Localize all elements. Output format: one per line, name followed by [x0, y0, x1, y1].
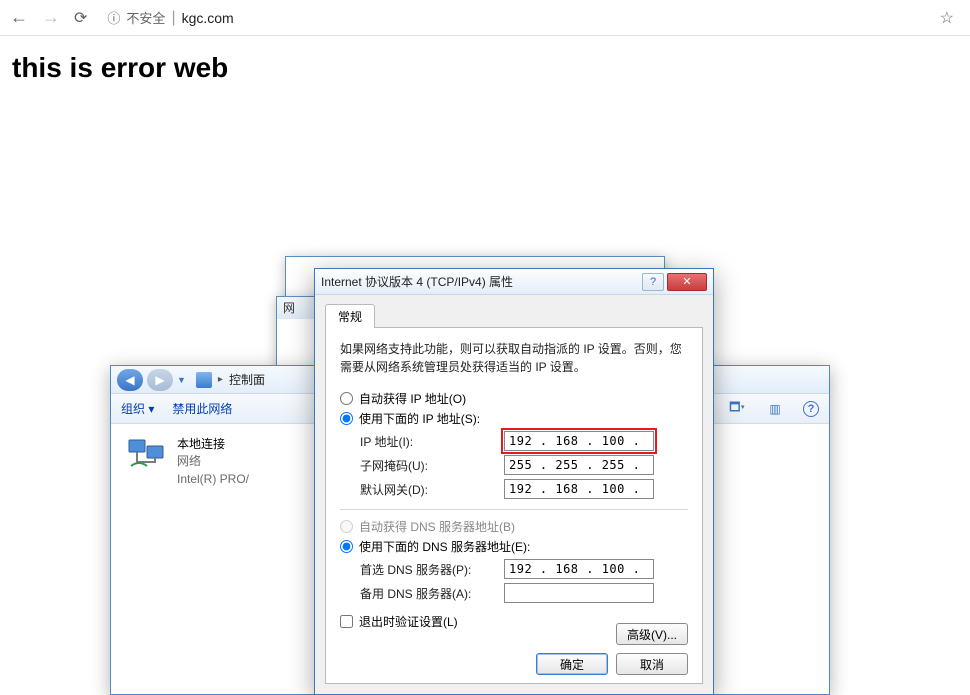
cp-forward-button[interactable]: ▶	[147, 369, 173, 391]
ok-button[interactable]: 确定	[536, 653, 608, 675]
dialog-titlebar: Internet 协议版本 4 (TCP/IPv4) 属性 ? ✕	[315, 269, 713, 295]
dns2-label: 备用 DNS 服务器(A):	[360, 585, 496, 602]
radio-auto-dns-label: 自动获得 DNS 服务器地址(B)	[359, 518, 515, 535]
ip-address-input[interactable]	[504, 431, 654, 451]
radio-auto-dns-input	[340, 520, 353, 533]
reload-icon[interactable]: ⟳	[74, 8, 87, 28]
help-icon[interactable]: ?	[803, 401, 819, 417]
dns1-label: 首选 DNS 服务器(P):	[360, 561, 496, 578]
back-icon[interactable]: ←	[10, 7, 28, 28]
connection-text: 本地连接 网络 Intel(R) PRO/	[177, 436, 249, 488]
browser-toolbar: ← → ⟳ ⓘ 不安全 | kgc.com ☆	[0, 0, 970, 36]
advanced-button[interactable]: 高级(V)...	[616, 623, 688, 645]
radio-manual-dns-input[interactable]	[340, 540, 353, 553]
dns2-input[interactable]	[504, 583, 654, 603]
url-text: kgc.com	[182, 10, 234, 26]
tab-body: 如果网络支持此功能，则可以获取自动指派的 IP 设置。否则，您需要从网络系统管理…	[325, 328, 703, 684]
address-bar[interactable]: ⓘ 不安全 | kgc.com	[107, 8, 925, 27]
view-dropdown-icon[interactable]: 🗖▾	[727, 400, 747, 418]
breadcrumb-text: 控制面	[229, 371, 265, 388]
preview-pane-icon[interactable]: ▥	[765, 400, 785, 418]
dialog-help-button[interactable]: ?	[642, 273, 664, 291]
radio-manual-ip-label: 使用下面的 IP 地址(S):	[359, 410, 480, 427]
radio-manual-dns-label: 使用下面的 DNS 服务器地址(E):	[359, 538, 530, 555]
organize-menu[interactable]: 组织 ▾	[121, 400, 154, 417]
dialog-title: Internet 协议版本 4 (TCP/IPv4) 属性	[321, 273, 642, 290]
info-icon: ⓘ	[107, 8, 120, 27]
radio-manual-ip-input[interactable]	[340, 412, 353, 425]
ip-address-label: IP 地址(I):	[360, 433, 496, 450]
security-label: 不安全	[126, 8, 165, 27]
control-panel-icon	[196, 372, 212, 388]
radio-manual-ip[interactable]: 使用下面的 IP 地址(S):	[340, 410, 688, 427]
divider	[340, 509, 688, 510]
cancel-button[interactable]: 取消	[616, 653, 688, 675]
cp-back-button[interactable]: ◀	[117, 369, 143, 391]
subnet-mask-input[interactable]	[504, 455, 654, 475]
radio-auto-ip[interactable]: 自动获得 IP 地址(O)	[340, 390, 688, 407]
subnet-mask-label: 子网掩码(U):	[360, 457, 496, 474]
validate-label: 退出时验证设置(L)	[359, 613, 458, 630]
radio-manual-dns[interactable]: 使用下面的 DNS 服务器地址(E):	[340, 538, 688, 555]
radio-auto-dns: 自动获得 DNS 服务器地址(B)	[340, 518, 688, 535]
gateway-label: 默认网关(D):	[360, 481, 496, 498]
tab-general[interactable]: 常规	[325, 304, 375, 328]
validate-checkbox[interactable]	[340, 615, 353, 628]
chevron-right-icon: ▸	[218, 374, 223, 385]
gateway-input[interactable]	[504, 479, 654, 499]
network-adapter-icon	[127, 436, 167, 472]
connection-name: 本地连接	[177, 436, 249, 453]
bookmark-star-icon[interactable]: ☆	[940, 8, 954, 28]
page-heading: this is error web	[0, 36, 970, 100]
forward-icon[interactable]: →	[42, 7, 60, 28]
dialog-close-button[interactable]: ✕	[667, 273, 707, 291]
radio-auto-ip-input[interactable]	[340, 392, 353, 405]
tab-strip: 常规	[325, 303, 703, 328]
dns1-input[interactable]	[504, 559, 654, 579]
cp-history-drop-icon[interactable]: ▼	[177, 375, 186, 385]
ipv4-properties-dialog: Internet 协议版本 4 (TCP/IPv4) 属性 ? ✕ 常规 如果网…	[314, 268, 714, 695]
connection-status: 网络	[177, 453, 249, 470]
address-divider: |	[171, 9, 175, 27]
disable-network-link[interactable]: 禁用此网络	[172, 400, 232, 417]
dialog-description: 如果网络支持此功能，则可以获取自动指派的 IP 设置。否则，您需要从网络系统管理…	[340, 340, 688, 376]
radio-auto-ip-label: 自动获得 IP 地址(O)	[359, 390, 466, 407]
connection-adapter: Intel(R) PRO/	[177, 471, 249, 488]
